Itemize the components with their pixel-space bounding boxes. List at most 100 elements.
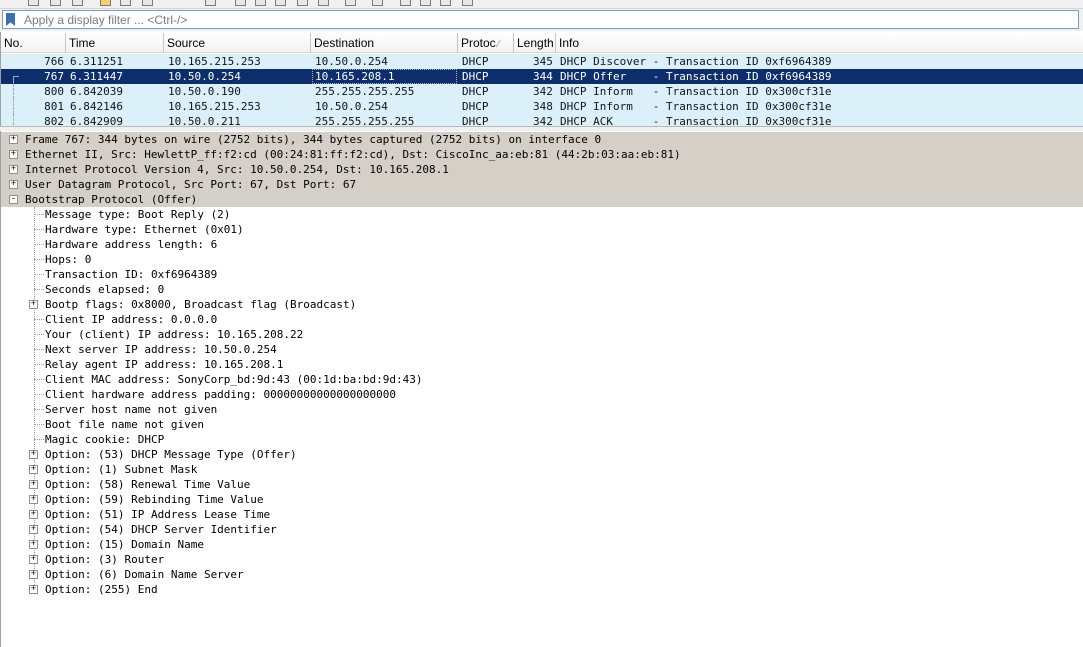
packet-row[interactable]: 766 6.311251 10.165.215.253 10.50.0.254 … xyxy=(1,54,1083,69)
collapse-icon[interactable]: - xyxy=(9,195,18,204)
restart-capture-icon[interactable] xyxy=(28,0,39,6)
detail-tree-item[interactable]: + Option: (53) DHCP Message Type (Offer) xyxy=(1,447,1083,462)
zoom-in-icon[interactable] xyxy=(400,0,411,6)
detail-tree-item[interactable]: Next server IP address: 10.50.0.254 xyxy=(1,342,1083,357)
tree-branch-line xyxy=(34,409,44,410)
packet-row-selected[interactable]: 767 6.311447 10.50.0.254 10.165.208.1 DH… xyxy=(1,69,1083,85)
detail-tree-item[interactable]: + Option: (59) Rebinding Time Value xyxy=(1,492,1083,507)
display-filter-input[interactable] xyxy=(24,11,1064,28)
packet-row[interactable]: 802 6.842909 10.50.0.211 255.255.255.255… xyxy=(1,114,1083,126)
detail-tree-item[interactable]: Relay agent IP address: 10.165.208.1 xyxy=(1,357,1083,372)
detail-tree-item[interactable]: Hardware address length: 6 xyxy=(1,237,1083,252)
autoscroll-icon[interactable] xyxy=(345,0,356,6)
packet-time: 6.842909 xyxy=(70,115,123,126)
packet-protocol: DHCP xyxy=(462,70,489,83)
packet-list: No. Time Source Destination Protoc ∕ Leng… xyxy=(0,32,1083,126)
column-header-destination[interactable]: Destination xyxy=(311,33,458,53)
expand-icon[interactable]: + xyxy=(29,300,38,309)
bookmark-icon[interactable] xyxy=(6,13,15,26)
detail-tree-item[interactable]: Transaction ID: 0xf6964389 xyxy=(1,267,1083,282)
find-packet-icon[interactable] xyxy=(205,0,216,6)
tree-branch-line xyxy=(34,334,44,335)
column-header-label: Length xyxy=(517,36,554,50)
expand-icon[interactable]: + xyxy=(9,135,18,144)
expand-icon[interactable]: + xyxy=(29,570,38,579)
detail-tree-item[interactable]: + Option: (15) Domain Name xyxy=(1,537,1083,552)
detail-tree-item[interactable]: Hardware type: Ethernet (0x01) xyxy=(1,222,1083,237)
expand-icon[interactable]: + xyxy=(29,525,38,534)
detail-tree-item[interactable]: Message type: Boot Reply (2) xyxy=(1,207,1083,222)
column-header-time[interactable]: Time xyxy=(66,33,164,53)
detail-tree-item[interactable]: Server host name not given xyxy=(1,402,1083,417)
close-file-icon[interactable] xyxy=(120,0,131,6)
go-back-icon[interactable] xyxy=(235,0,246,6)
resize-columns-icon[interactable] xyxy=(462,0,473,6)
detail-tree-item[interactable]: Boot file name not given xyxy=(1,417,1083,432)
packet-row[interactable]: 801 6.842146 10.165.215.253 10.50.0.254 … xyxy=(1,99,1083,114)
expand-icon[interactable]: + xyxy=(29,540,38,549)
column-header-length[interactable]: Length xyxy=(514,33,556,53)
tree-branch-line xyxy=(34,274,44,275)
detail-tree-item[interactable]: Your (client) IP address: 10.165.208.22 xyxy=(1,327,1083,342)
packet-time: 6.842146 xyxy=(70,100,123,113)
colorize-icon[interactable] xyxy=(372,0,383,6)
detail-tree-item[interactable]: Client hardware address padding: 0000000… xyxy=(1,387,1083,402)
zoom-out-icon[interactable] xyxy=(420,0,431,6)
expand-icon[interactable]: + xyxy=(29,555,38,564)
detail-tree-item[interactable]: + Option: (3) Router xyxy=(1,552,1083,567)
packet-info: DHCP ACK - Transaction ID 0x300cf31e xyxy=(560,115,832,126)
expand-icon[interactable]: + xyxy=(29,450,38,459)
detail-tree-item[interactable]: + User Datagram Protocol, Src Port: 67, D… xyxy=(1,177,1083,192)
column-header-info[interactable]: Info xyxy=(556,33,1083,53)
packet-row[interactable]: 800 6.842039 10.50.0.190 255.255.255.255… xyxy=(1,84,1083,99)
detail-tree-item[interactable]: + Option: (255) End xyxy=(1,582,1083,597)
display-filter-field xyxy=(2,10,1079,29)
last-packet-icon[interactable] xyxy=(318,0,329,6)
detail-tree-item[interactable]: + Frame 767: 344 bytes on wire (2752 bits… xyxy=(1,132,1083,147)
packet-time: 6.311251 xyxy=(70,55,123,68)
reload-icon[interactable] xyxy=(142,0,153,6)
packet-protocol: DHCP xyxy=(462,55,489,68)
detail-tree-label: Bootstrap Protocol (Offer) xyxy=(25,193,198,206)
options-icon[interactable] xyxy=(50,0,61,6)
detail-tree-item[interactable]: Client MAC address: SonyCorp_bd:9d:43 (0… xyxy=(1,372,1083,387)
column-header-label: Protoc xyxy=(461,36,496,50)
detail-tree-item[interactable]: + Option: (1) Subnet Mask xyxy=(1,462,1083,477)
save-file-icon[interactable] xyxy=(100,0,111,6)
detail-tree-item[interactable]: Seconds elapsed: 0 xyxy=(1,282,1083,297)
display-filter-bar xyxy=(0,9,1083,31)
expand-icon[interactable]: + xyxy=(29,495,38,504)
expand-icon[interactable]: + xyxy=(29,480,38,489)
packet-no: 766 xyxy=(44,55,64,68)
detail-tree-item[interactable]: + Bootp flags: 0x8000, Broadcast flag (Br… xyxy=(1,297,1083,312)
packet-list-header: No. Time Source Destination Protoc ∕ Leng… xyxy=(1,33,1083,54)
packet-source: 10.50.0.190 xyxy=(168,85,241,98)
detail-tree-item[interactable]: - Bootstrap Protocol (Offer) xyxy=(1,192,1083,207)
detail-tree-item[interactable]: + Internet Protocol Version 4, Src: 10.50… xyxy=(1,162,1083,177)
packet-source: 10.50.0.211 xyxy=(168,115,241,126)
column-header-source[interactable]: Source xyxy=(164,33,311,53)
expand-icon[interactable]: + xyxy=(29,465,38,474)
column-header-protocol[interactable]: Protoc ∕ xyxy=(458,33,514,53)
tree-branch-line xyxy=(34,214,44,215)
detail-tree-item[interactable]: Magic cookie: DHCP xyxy=(1,432,1083,447)
expand-icon[interactable]: + xyxy=(29,585,38,594)
detail-tree-item[interactable]: + Option: (6) Domain Name Server xyxy=(1,567,1083,582)
detail-tree-item[interactable]: + Option: (51) IP Address Lease Time xyxy=(1,507,1083,522)
expand-icon[interactable]: + xyxy=(9,180,18,189)
detail-tree-item[interactable]: + Option: (54) DHCP Server Identifier xyxy=(1,522,1083,537)
detail-tree-item[interactable]: Client IP address: 0.0.0.0 xyxy=(1,312,1083,327)
go-to-packet-icon[interactable] xyxy=(275,0,286,6)
detail-tree-item[interactable]: + Option: (58) Renewal Time Value xyxy=(1,477,1083,492)
detail-tree-item[interactable]: Hops: 0 xyxy=(1,252,1083,267)
expand-icon[interactable]: + xyxy=(29,510,38,519)
column-header-no[interactable]: No. xyxy=(1,33,66,53)
packet-info: DHCP Discover - Transaction ID 0xf696438… xyxy=(560,55,832,68)
expand-icon[interactable]: + xyxy=(9,150,18,159)
open-file-icon[interactable] xyxy=(72,0,83,6)
go-forward-icon[interactable] xyxy=(255,0,266,6)
first-packet-icon[interactable] xyxy=(297,0,308,6)
expand-icon[interactable]: + xyxy=(9,165,18,174)
normal-size-icon[interactable] xyxy=(440,0,451,6)
detail-tree-item[interactable]: + Ethernet II, Src: HewlettP_ff:f2:cd (00… xyxy=(1,147,1083,162)
